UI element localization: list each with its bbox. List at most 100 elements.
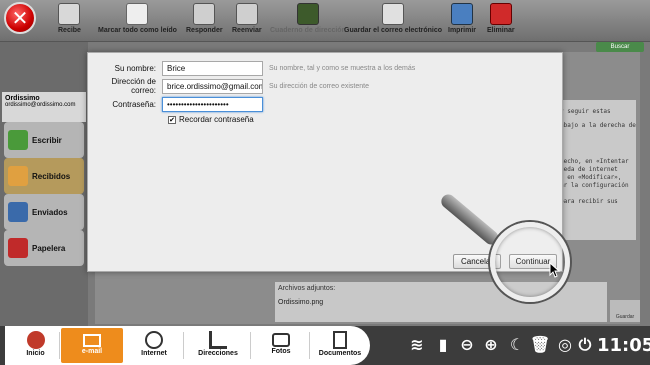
remember-password-label: Recordar contraseña (179, 115, 254, 124)
reply-label: Responder (186, 27, 223, 34)
save-email-button[interactable]: Guardar el correo electrónico (344, 3, 442, 34)
volume-up-icon[interactable]: ⊕ (482, 336, 500, 354)
receive-button[interactable]: Recibe (58, 3, 81, 34)
reply-button[interactable]: Responder (186, 3, 223, 34)
reading-pane: y seguir estas abajo a la derecha de hec… (560, 100, 636, 240)
taskbar: Inicio e-mail Internet Direcciones Fotos… (0, 326, 650, 365)
folder-panel: Ordissimo ordissimo@ordissimo.com Escrib… (0, 42, 88, 326)
mouse-cursor-icon (549, 262, 561, 278)
reading-line: y seguir estas (560, 108, 611, 115)
close-button[interactable]: ✕ (4, 2, 36, 34)
tab-documents[interactable]: Documentos (314, 328, 366, 363)
mark-all-read-label: Marcar todo como leído (98, 27, 177, 34)
clock: 11:05 (597, 335, 650, 356)
tab-label: Inicio (26, 350, 45, 357)
pencil-icon (8, 130, 28, 150)
wifi-icon[interactable]: ≋ (408, 336, 426, 354)
app-tabs: Inicio e-mail Internet Direcciones Fotos… (5, 326, 370, 365)
save-icon (382, 3, 405, 25)
forward-button[interactable]: Reenviar (232, 3, 262, 34)
printer-icon (451, 3, 473, 25)
reading-line: para recibir sus (560, 198, 618, 205)
tab-contacts[interactable]: Direcciones (189, 328, 247, 363)
remember-password-row[interactable]: ✔ Recordar contraseña (168, 115, 254, 124)
folder-sent[interactable]: Enviados (4, 194, 84, 230)
forward-icon (235, 3, 258, 25)
name-label: Su nombre: (114, 63, 156, 73)
remember-password-checkbox[interactable]: ✔ (168, 115, 176, 124)
email-input[interactable]: brice.ordissimo@gmail.com (162, 78, 263, 94)
reading-line: ueda de internet (560, 166, 618, 173)
address-book-icon (296, 3, 319, 25)
camera-icon (272, 333, 290, 347)
battery-icon[interactable]: ▮ (434, 336, 452, 354)
trash-icon[interactable]: 🗑 (530, 336, 550, 354)
folder-label: Enviados (32, 207, 68, 217)
reading-line: ar la configuración (560, 182, 629, 189)
forward-label: Reenviar (232, 27, 262, 34)
globe-icon (145, 331, 163, 349)
account-box[interactable]: Ordissimo ordissimo@ordissimo.com (2, 92, 86, 122)
delete-button[interactable]: Eliminar (487, 3, 515, 34)
search-button[interactable]: Buscar (596, 42, 644, 52)
home-icon (26, 331, 45, 349)
name-row: Su nombre: Brice Su nombre, tal y como s… (88, 60, 415, 76)
tab-label: e-mail (81, 348, 103, 355)
print-button[interactable]: Imprimir (448, 3, 476, 34)
reply-icon (193, 3, 216, 25)
sent-icon (8, 202, 28, 222)
envelope-icon (126, 3, 149, 25)
inbox-icon (58, 3, 81, 25)
contacts-icon (209, 331, 227, 349)
password-label: Contraseña: (112, 99, 156, 109)
address-book-button[interactable]: Cuaderno de dirección (270, 3, 346, 34)
tab-divider (59, 332, 60, 359)
save-attachment-label: Guardar (615, 314, 635, 320)
delete-label: Eliminar (487, 27, 515, 34)
envelope-icon (83, 334, 101, 347)
main-toolbar: ✕ Recibe Marcar todo como leído Responde… (0, 0, 650, 42)
tab-photos[interactable]: Fotos (257, 328, 305, 363)
address-book-label: Cuaderno de dirección (270, 27, 346, 34)
tab-internet[interactable]: Internet (129, 328, 179, 363)
tab-label: Direcciones (198, 350, 238, 357)
tab-label: Fotos (271, 348, 291, 355)
inbox-icon (8, 166, 28, 186)
folder-compose[interactable]: Escribir (4, 122, 84, 158)
folder-label: Recibidos (32, 171, 71, 181)
save-email-label: Guardar el correo electrónico (344, 27, 443, 34)
tab-email[interactable]: e-mail (61, 328, 123, 363)
account-email: ordissimo@ordissimo.com (5, 102, 76, 108)
moon-icon[interactable]: ☾ (508, 336, 526, 354)
documents-icon (333, 331, 347, 349)
folder-label: Escribir (32, 135, 62, 145)
mark-all-read-button[interactable]: Marcar todo como leído (98, 3, 177, 34)
folder-inbox[interactable]: Recibidos (4, 158, 84, 194)
reading-line: s en «Modificar», (560, 174, 622, 181)
email-row: Dirección de correo: brice.ordissimo@gma… (88, 77, 369, 95)
password-input[interactable]: •••••••••••••••••••••• (162, 96, 263, 112)
tab-home[interactable]: Inicio (13, 328, 58, 363)
email-hint: Su dirección de correo existente (269, 82, 369, 90)
reading-line: abajo a la derecha de (560, 122, 636, 129)
search-label: Buscar (610, 44, 630, 50)
help-icon[interactable]: ◎ (556, 336, 574, 354)
trash-icon (8, 238, 28, 258)
print-label: Imprimir (448, 27, 477, 34)
email-label: Dirección de correo: (111, 77, 156, 95)
tab-label: Documentos (318, 350, 362, 357)
tab-label: Internet (141, 350, 167, 357)
attachment-file[interactable]: Ordissimo.png (275, 295, 607, 310)
folder-trash[interactable]: Papelera (4, 230, 84, 266)
name-input[interactable]: Brice (162, 60, 263, 76)
tab-divider (250, 332, 251, 359)
trash-icon (489, 3, 512, 25)
volume-down-icon[interactable]: ⊖ (458, 336, 476, 354)
save-attachment-button[interactable]: Guardar (610, 300, 640, 322)
receive-label: Recibe (58, 27, 81, 34)
password-row: Contraseña: •••••••••••••••••••••• (88, 96, 263, 112)
name-hint: Su nombre, tal y como se muestra a los d… (269, 64, 416, 72)
cancel-label: Cancelar (460, 257, 493, 266)
power-icon[interactable]: ⏻ (576, 336, 594, 354)
tab-divider (183, 332, 184, 359)
